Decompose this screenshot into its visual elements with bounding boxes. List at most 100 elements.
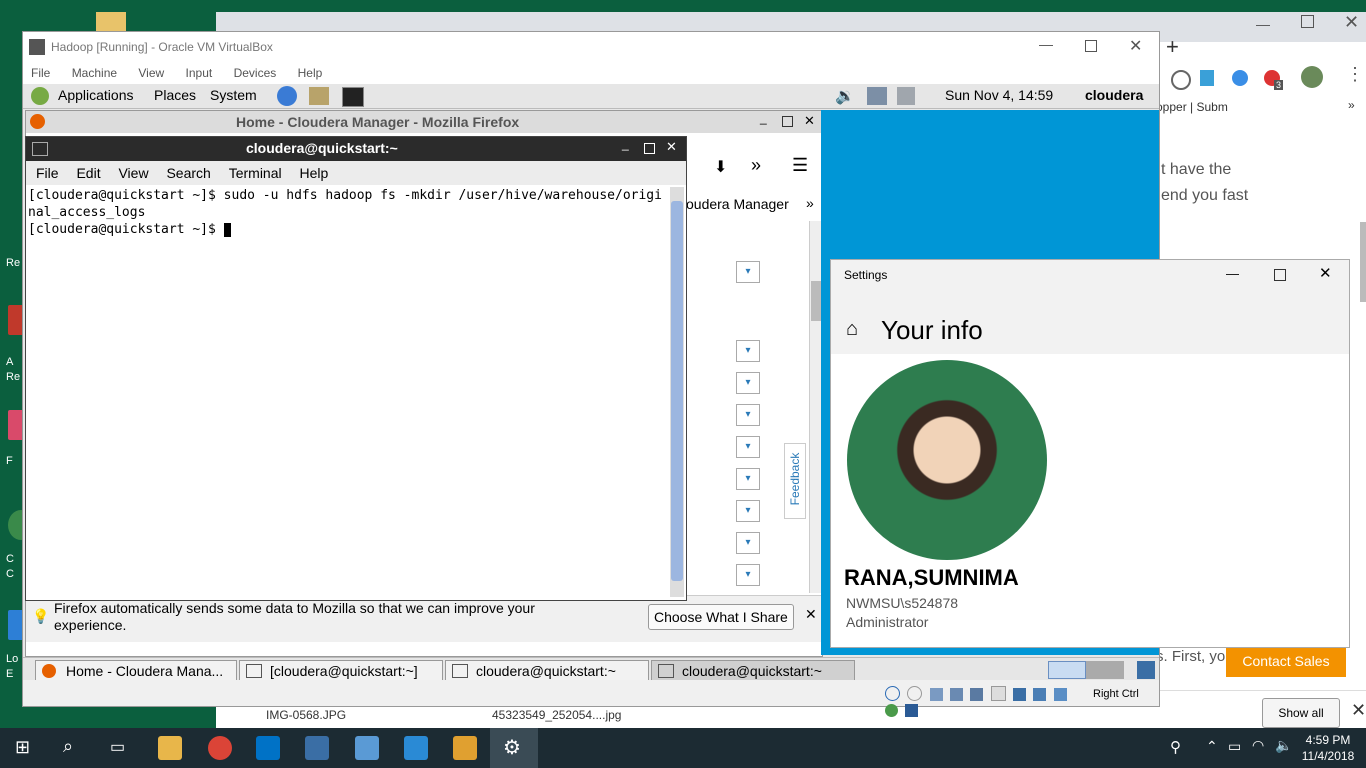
contact-sales-button[interactable]: Contact Sales	[1226, 645, 1346, 677]
profile-avatar[interactable]	[1301, 66, 1323, 88]
volume-icon[interactable]: 🔈	[1275, 737, 1292, 754]
dropdown-button[interactable]: ▾	[736, 436, 760, 458]
menu-input[interactable]: Input	[186, 66, 213, 80]
battery-icon[interactable]: ▭	[1228, 738, 1241, 755]
menu-file[interactable]: File	[36, 165, 59, 181]
menu-edit[interactable]: Edit	[76, 165, 100, 181]
settings-taskbar-button[interactable]: ⚙	[490, 728, 538, 768]
recording-icon[interactable]	[1033, 688, 1047, 701]
close-button[interactable]: ✕	[1344, 12, 1359, 33]
download-icon[interactable]: ⬇	[714, 157, 727, 177]
home-icon[interactable]: ⌂	[846, 318, 858, 341]
system-clock[interactable]: 4:59 PM 11/4/2018	[1300, 732, 1356, 764]
hamburger-menu-icon[interactable]: ☰	[792, 155, 808, 176]
audio-icon[interactable]	[929, 688, 943, 701]
taskbar-item-firefox[interactable]: Home - Cloudera Mana...	[35, 660, 237, 680]
app-icon[interactable]	[404, 736, 428, 760]
new-tab-button[interactable]: +	[1166, 34, 1179, 60]
close-button[interactable]: ✕	[666, 139, 677, 155]
dropdown-button[interactable]: ▾	[736, 261, 760, 283]
menu-file[interactable]: File	[31, 66, 50, 80]
choose-what-i-share-button[interactable]: Choose What I Share	[648, 604, 794, 630]
menu-icon[interactable]: ⋮	[1346, 64, 1364, 85]
minimize-button[interactable]: _	[622, 137, 629, 151]
hdd-icon[interactable]	[885, 686, 900, 701]
display-icon[interactable]	[1013, 688, 1027, 701]
maximize-button[interactable]	[1085, 40, 1097, 52]
mouse-integration-icon[interactable]	[885, 704, 898, 717]
tab-cloudera-manager[interactable]: oudera Manager	[686, 196, 789, 212]
feedback-tab[interactable]: Feedback	[784, 443, 806, 519]
scrollbar[interactable]	[1360, 222, 1366, 302]
windows-start-icon[interactable]: ⊞	[15, 737, 30, 758]
wifi-icon[interactable]: ◠	[1252, 737, 1264, 754]
close-downloads-icon[interactable]: ✕	[1351, 700, 1366, 721]
dropdown-button[interactable]: ▾	[736, 404, 760, 426]
minimize-button[interactable]: —	[1039, 36, 1053, 52]
minimize-button[interactable]: —	[1226, 266, 1239, 281]
firefox-launcher-icon[interactable]	[277, 86, 297, 106]
menu-search[interactable]: Search	[166, 165, 210, 181]
taskbar-item-terminal[interactable]: cloudera@quickstart:~	[445, 660, 649, 680]
menu-help[interactable]: Help	[298, 66, 323, 80]
dropdown-button[interactable]: ▾	[736, 532, 760, 554]
app-icon[interactable]	[453, 736, 477, 760]
taskbar-item-terminal[interactable]: cloudera@quickstart:~	[651, 660, 855, 680]
menu-system[interactable]: System	[210, 87, 257, 103]
close-button[interactable]: ✕	[1319, 264, 1332, 282]
menu-help[interactable]: Help	[300, 165, 329, 181]
keyboard-icon[interactable]	[905, 704, 919, 717]
task-view-icon[interactable]: ▭	[110, 737, 125, 757]
cpu-icon[interactable]	[1053, 688, 1067, 701]
taskbar-item-terminal[interactable]: [cloudera@quickstart:~]	[239, 660, 443, 680]
more-tools-icon[interactable]: »	[751, 155, 761, 176]
workspace-switcher[interactable]	[1048, 661, 1124, 679]
extension-icon[interactable]	[1171, 70, 1191, 90]
chrome-icon[interactable]	[208, 736, 232, 760]
usb-icon[interactable]	[970, 688, 984, 701]
dropdown-button[interactable]: ▾	[736, 564, 760, 586]
virtualbox-icon[interactable]	[305, 736, 329, 760]
app-icon[interactable]	[355, 736, 379, 760]
more-bookmarks-icon[interactable]: »	[1348, 98, 1355, 112]
outlook-icon[interactable]	[256, 736, 280, 760]
email-launcher-icon[interactable]	[309, 87, 329, 105]
download-item[interactable]: IMG-0568.JPG	[266, 708, 346, 722]
network-icon[interactable]	[867, 87, 887, 105]
maximize-button[interactable]	[1301, 15, 1314, 28]
minimize-button[interactable]: —	[1256, 16, 1270, 32]
terminal-launcher-icon[interactable]	[342, 87, 364, 107]
search-icon[interactable]: ⌕	[63, 736, 73, 757]
show-all-button[interactable]: Show all	[1262, 698, 1340, 728]
dropdown-button[interactable]: ▾	[736, 500, 760, 522]
close-button[interactable]: ✕	[804, 113, 815, 129]
maximize-button[interactable]	[1274, 269, 1286, 281]
optical-icon[interactable]	[907, 686, 923, 701]
user-name[interactable]: cloudera	[1085, 87, 1143, 103]
extension-icon[interactable]	[1200, 70, 1214, 86]
extension-icon[interactable]	[1232, 70, 1248, 86]
close-notification-icon[interactable]: ✕	[805, 606, 817, 623]
minimize-button[interactable]: _	[760, 111, 767, 125]
printer-icon[interactable]	[897, 87, 915, 105]
clock[interactable]: Sun Nov 4, 14:59	[945, 87, 1053, 103]
tab-overflow-icon[interactable]: »	[806, 195, 814, 211]
network-icon[interactable]	[950, 688, 964, 701]
file-explorer-icon[interactable]	[158, 736, 182, 760]
dropdown-button[interactable]: ▾	[736, 468, 760, 490]
menu-places[interactable]: Places	[154, 87, 196, 103]
menu-applications[interactable]: Applications	[58, 87, 134, 103]
menu-terminal[interactable]: Terminal	[229, 165, 282, 181]
menu-devices[interactable]: Devices	[234, 66, 277, 80]
bookmark-item[interactable]: opper | Subm	[1156, 100, 1228, 114]
maximize-button[interactable]	[644, 143, 655, 154]
download-item[interactable]: 45323549_252054....jpg	[492, 708, 621, 722]
dropdown-button[interactable]: ▾	[736, 340, 760, 362]
terminal-output[interactable]: [cloudera@quickstart ~]$ sudo -u hdfs ha…	[28, 187, 668, 597]
show-hidden-icons[interactable]: ⌃	[1206, 738, 1218, 755]
menu-machine[interactable]: Machine	[72, 66, 117, 80]
shared-folders-icon[interactable]	[990, 686, 1006, 701]
menu-view[interactable]: View	[138, 66, 164, 80]
people-icon[interactable]: ⚲	[1170, 738, 1181, 756]
maximize-button[interactable]	[782, 116, 793, 127]
